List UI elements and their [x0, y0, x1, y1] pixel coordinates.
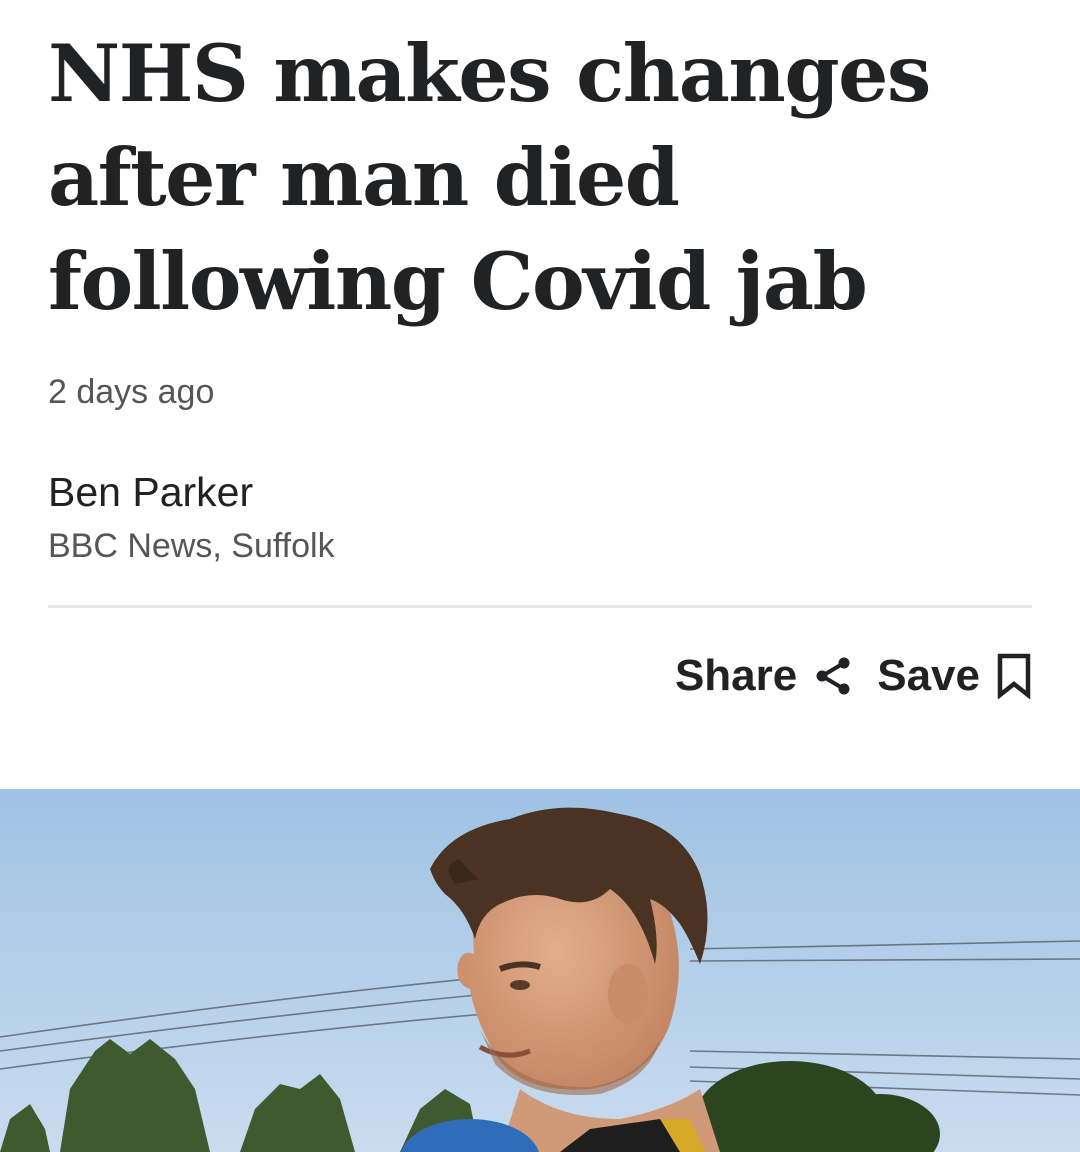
publish-timestamp: 2 days ago — [48, 373, 215, 411]
share-button[interactable]: Share — [675, 651, 853, 701]
byline-divider — [48, 605, 1032, 608]
share-icon — [813, 656, 853, 696]
author-name: Ben Parker — [48, 469, 254, 515]
save-button[interactable]: Save — [877, 651, 1032, 701]
bookmark-icon — [996, 653, 1032, 699]
author-organisation: BBC News, Suffolk — [48, 527, 335, 565]
hero-image — [0, 789, 1080, 1152]
save-label: Save — [877, 651, 980, 700]
headline: NHS makes changes after man died followi… — [48, 27, 931, 328]
article-actions: Share Save — [675, 646, 1032, 706]
share-label: Share — [674, 651, 798, 700]
article: NHS makes changes after man died followi… — [0, 0, 1080, 1152]
hero-photo — [0, 789, 1080, 1152]
